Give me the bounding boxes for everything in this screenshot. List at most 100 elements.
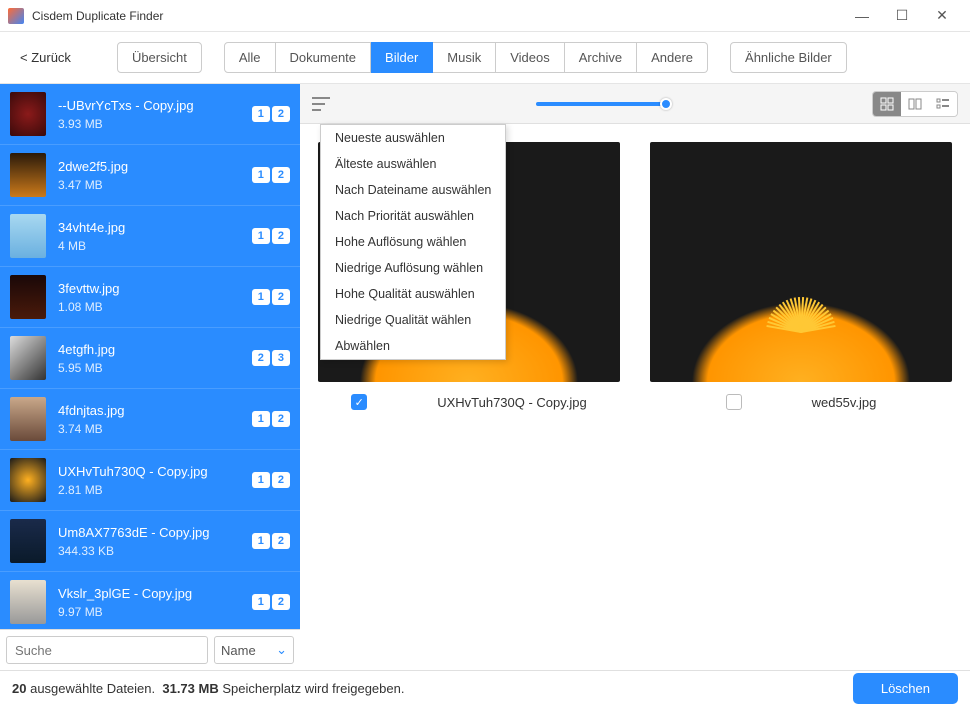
- tab-videos[interactable]: Videos: [496, 42, 565, 73]
- sidebar: --UBvrYcTxs - Copy.jpg3.93 MB122dwe2f5.j…: [0, 84, 300, 670]
- file-info: --UBvrYcTxs - Copy.jpg 3.93 MB: [58, 98, 252, 131]
- preview-checkbox[interactable]: ✓: [351, 394, 367, 410]
- file-name: --UBvrYcTxs - Copy.jpg: [58, 98, 252, 113]
- back-button[interactable]: < Zurück: [10, 44, 81, 71]
- file-name: Vkslr_3plGE - Copy.jpg: [58, 586, 252, 601]
- badge[interactable]: 2: [272, 106, 290, 122]
- search-input[interactable]: [6, 636, 208, 664]
- category-tabs: Alle Dokumente Bilder Musik Videos Archi…: [224, 42, 708, 73]
- badge[interactable]: 3: [272, 350, 290, 366]
- dropdown-item[interactable]: Nach Priorität auswählen: [321, 203, 505, 229]
- list-item[interactable]: Um8AX7763dE - Copy.jpg344.33 KB12: [0, 511, 300, 572]
- dup-badges: 12: [252, 411, 290, 427]
- badge[interactable]: 2: [272, 472, 290, 488]
- dropdown-item[interactable]: Niedrige Qualität wählen: [321, 307, 505, 333]
- dropdown-item[interactable]: Niedrige Auflösung wählen: [321, 255, 505, 281]
- file-size: 1.08 MB: [58, 300, 252, 314]
- tab-other[interactable]: Andere: [637, 42, 708, 73]
- thumbnail: [10, 519, 46, 563]
- badge[interactable]: 1: [252, 594, 270, 610]
- sort-label: Name: [221, 643, 256, 658]
- selection-menu-icon[interactable]: [312, 97, 330, 111]
- sort-select[interactable]: Name ⌄: [214, 636, 294, 664]
- file-name: 34vht4e.jpg: [58, 220, 252, 235]
- statusbar: 20 ausgewählte Dateien. 31.73 MB Speiche…: [0, 670, 970, 706]
- chevron-down-icon: ⌄: [276, 642, 287, 658]
- tab-similar-images[interactable]: Ähnliche Bilder: [730, 42, 847, 73]
- thumbnail: [10, 397, 46, 441]
- thumbnail: [10, 92, 46, 136]
- file-info: Vkslr_3plGE - Copy.jpg9.97 MB: [58, 586, 252, 619]
- dup-badges: 12: [252, 228, 290, 244]
- badge[interactable]: 1: [252, 289, 270, 305]
- dropdown-item[interactable]: Neueste auswählen: [321, 125, 505, 151]
- thumbnail: [10, 336, 46, 380]
- file-size: 3.93 MB: [58, 117, 252, 131]
- view-list-icon[interactable]: [929, 92, 957, 116]
- tab-music[interactable]: Musik: [433, 42, 496, 73]
- list-item[interactable]: 4etgfh.jpg5.95 MB23: [0, 328, 300, 389]
- preview-filename: UXHvTuh730Q - Copy.jpg: [437, 395, 587, 410]
- badge[interactable]: 2: [272, 289, 290, 305]
- preview-image[interactable]: [650, 142, 952, 382]
- file-name: 4fdnjtas.jpg: [58, 403, 252, 418]
- file-info: 4fdnjtas.jpg3.74 MB: [58, 403, 252, 436]
- tab-documents[interactable]: Dokumente: [276, 42, 371, 73]
- badge[interactable]: 2: [272, 594, 290, 610]
- dup-badges: 12: [252, 533, 290, 549]
- file-size: 3.47 MB: [58, 178, 252, 192]
- file-size: 344.33 KB: [58, 544, 252, 558]
- list-item[interactable]: 34vht4e.jpg4 MB12: [0, 206, 300, 267]
- dup-badges: 12: [252, 167, 290, 183]
- badge[interactable]: 2: [272, 411, 290, 427]
- file-info: 3fevttw.jpg1.08 MB: [58, 281, 252, 314]
- view-grid-icon[interactable]: [873, 92, 901, 116]
- badge[interactable]: 1: [252, 472, 270, 488]
- delete-button[interactable]: Löschen: [853, 673, 958, 704]
- dropdown-item[interactable]: Älteste auswählen: [321, 151, 505, 177]
- window-controls: — ☐ ✕: [842, 2, 962, 30]
- thumbnail: [10, 580, 46, 624]
- badge[interactable]: 1: [252, 167, 270, 183]
- badge[interactable]: 2: [272, 228, 290, 244]
- file-list[interactable]: --UBvrYcTxs - Copy.jpg3.93 MB122dwe2f5.j…: [0, 84, 300, 629]
- list-item[interactable]: 2dwe2f5.jpg 3.47 MB12: [0, 145, 300, 206]
- list-item[interactable]: Vkslr_3plGE - Copy.jpg9.97 MB12: [0, 572, 300, 629]
- main-area: --UBvrYcTxs - Copy.jpg3.93 MB122dwe2f5.j…: [0, 84, 970, 670]
- view-split-icon[interactable]: [901, 92, 929, 116]
- file-name: 2dwe2f5.jpg: [58, 159, 252, 174]
- dup-badges: 12: [252, 289, 290, 305]
- maximize-button[interactable]: ☐: [882, 2, 922, 30]
- preview-filename: wed55v.jpg: [812, 395, 877, 410]
- dropdown-item[interactable]: Nach Dateiname auswählen: [321, 177, 505, 203]
- app-icon: [8, 8, 24, 24]
- close-button[interactable]: ✕: [922, 2, 962, 30]
- sidebar-bottom: Name ⌄: [0, 629, 300, 670]
- preview-pane: Neueste auswählenÄlteste auswählenNach D…: [300, 84, 970, 670]
- dropdown-item[interactable]: Abwählen: [321, 333, 505, 359]
- preview-toolbar: [300, 84, 970, 124]
- minimize-button[interactable]: —: [842, 2, 882, 30]
- badge[interactable]: 2: [252, 350, 270, 366]
- tab-all[interactable]: Alle: [224, 42, 276, 73]
- thumbnail: [10, 214, 46, 258]
- file-info: 2dwe2f5.jpg 3.47 MB: [58, 159, 252, 192]
- badge[interactable]: 2: [272, 533, 290, 549]
- badge[interactable]: 1: [252, 106, 270, 122]
- dropdown-item[interactable]: Hohe Qualität auswählen: [321, 281, 505, 307]
- list-item[interactable]: --UBvrYcTxs - Copy.jpg 3.93 MB12: [0, 84, 300, 145]
- badge[interactable]: 1: [252, 411, 270, 427]
- zoom-slider[interactable]: [342, 102, 860, 106]
- tab-overview[interactable]: Übersicht: [117, 42, 202, 73]
- tab-archives[interactable]: Archive: [565, 42, 637, 73]
- tab-images[interactable]: Bilder: [371, 42, 433, 73]
- dropdown-item[interactable]: Hohe Auflösung wählen: [321, 229, 505, 255]
- badge[interactable]: 1: [252, 228, 270, 244]
- badge[interactable]: 2: [272, 167, 290, 183]
- list-item[interactable]: 3fevttw.jpg1.08 MB12: [0, 267, 300, 328]
- file-size: 2.81 MB: [58, 483, 252, 497]
- list-item[interactable]: UXHvTuh730Q - Copy.jpg2.81 MB12: [0, 450, 300, 511]
- badge[interactable]: 1: [252, 533, 270, 549]
- list-item[interactable]: 4fdnjtas.jpg3.74 MB12: [0, 389, 300, 450]
- preview-checkbox[interactable]: [726, 394, 742, 410]
